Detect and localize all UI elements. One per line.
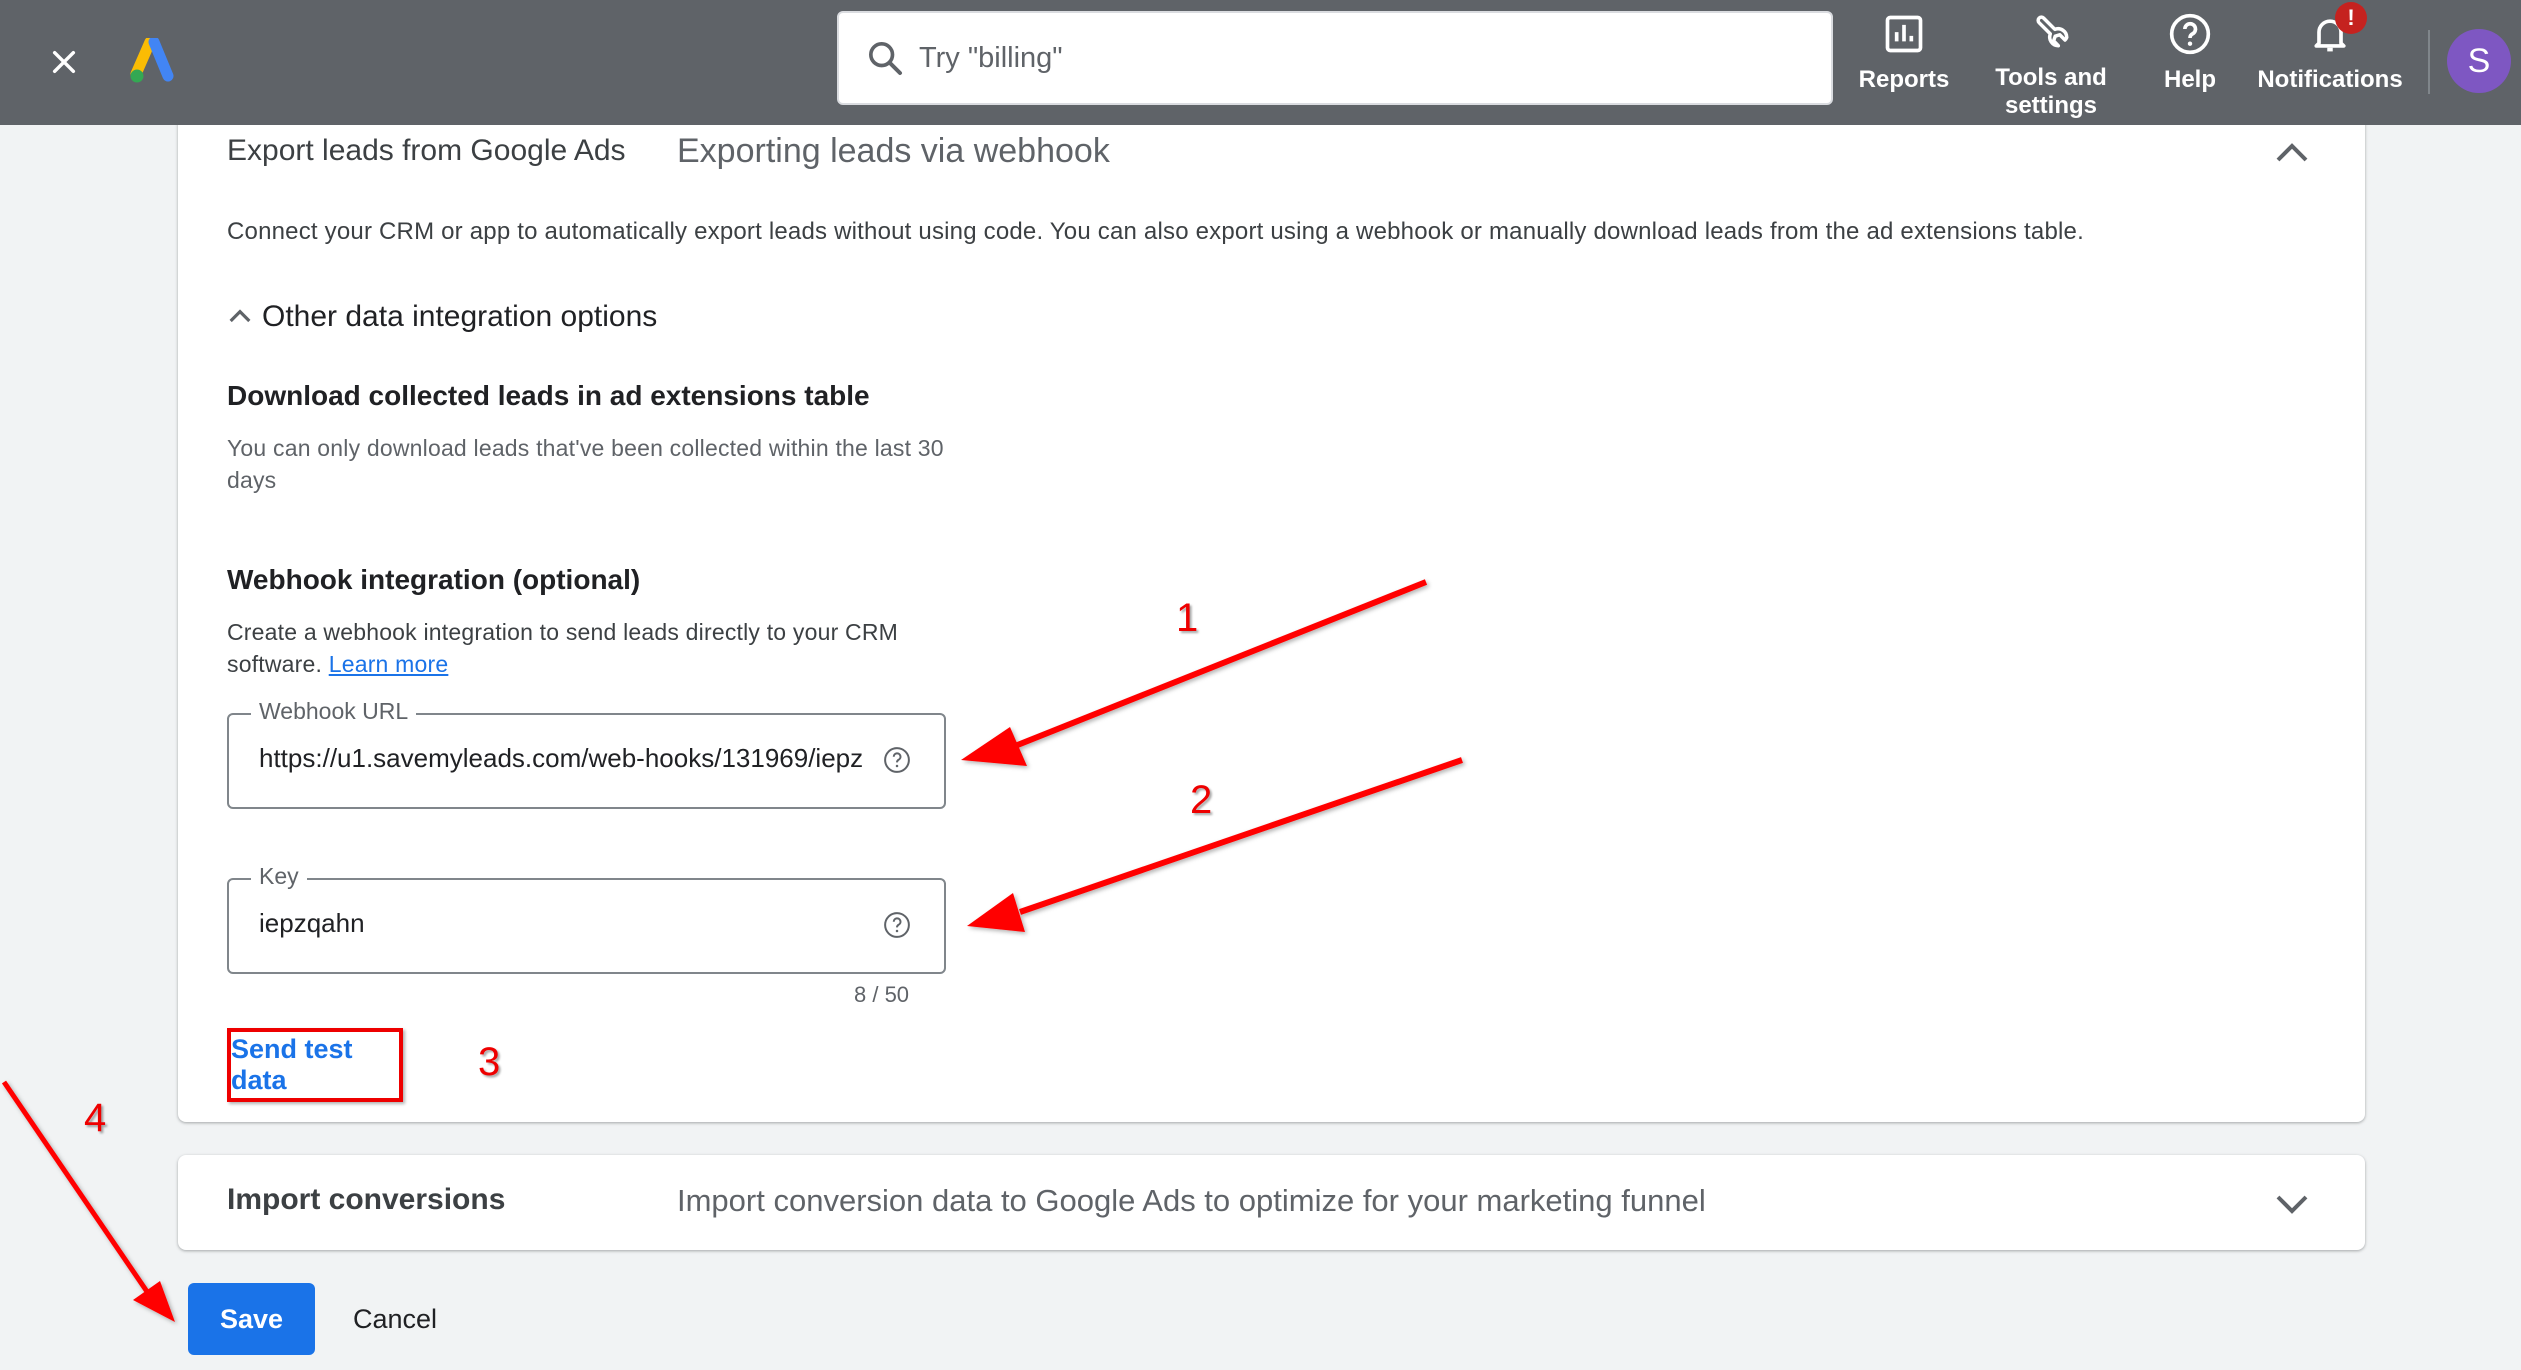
annotation-step-1: 1 [1176,596,1199,640]
notifications-label: Notifications [2257,66,2403,93]
other-options-label: Other data integration options [262,300,658,333]
learn-more-link[interactable]: Learn more [329,651,449,677]
tools-label: Tools and settings [1995,64,2107,119]
reports-label: Reports [1858,66,1950,93]
import-conversions-panel[interactable]: Import conversions Import conversion dat… [178,1155,2365,1250]
panel-subtitle: Import conversion data to Google Ads to … [677,1183,1706,1218]
chevron-up-icon [229,309,251,323]
tools-and-settings-button[interactable]: Tools and settings [1990,8,2112,120]
search-icon [869,42,902,75]
webhook-url-label: Webhook URL [251,698,417,725]
download-section-description: You can only download leads that've been… [227,435,944,493]
help-label: Help [2163,66,2216,93]
help-icon [2169,13,2211,55]
export-leads-panel: Export leads from Google Ads Exporting l… [178,100,2365,1122]
wrench-icon [2036,15,2069,48]
notifications-button[interactable]: ! Notifications [2250,2,2410,120]
search-box[interactable] [837,11,1833,105]
search-input[interactable] [919,41,1799,75]
webhook-section-title: Webhook integration (optional) [227,564,641,595]
panel-title: Export leads from Google Ads [227,134,626,167]
webhook-url-field[interactable]: Webhook URL [227,698,946,809]
help-button[interactable]: Help [2155,8,2225,120]
close-icon [52,50,76,74]
help-icon[interactable] [882,910,912,940]
google-ads-logo[interactable] [128,38,178,86]
other-options-toggle[interactable]: Other data integration options [224,300,657,334]
panel-title: Import conversions [227,1183,506,1216]
account-avatar[interactable]: S [2447,29,2511,93]
cancel-button[interactable]: Cancel [340,1283,450,1355]
panel-subtitle: Exporting leads via webhook [677,132,1110,170]
chevron-down-icon[interactable] [2268,1179,2316,1227]
download-section-title: Download collected leads in ad extension… [227,380,870,411]
top-app-bar: Reports Tools and settings Help ! Notifi… [0,0,2521,125]
panel-description: Connect your CRM or app to automatically… [227,218,2084,245]
webhook-desc-text: Create a webhook integration to send lea… [227,619,898,677]
webhook-section-description: Create a webhook integration to send lea… [227,616,987,680]
chevron-up-icon[interactable] [2268,130,2316,178]
annotation-step-3: 3 [478,1040,501,1084]
notification-badge: ! [2335,2,2367,34]
annotation-step-4: 4 [84,1096,107,1140]
key-label: Key [251,863,307,890]
help-icon[interactable] [882,745,912,775]
key-character-counter: 8 / 50 [854,982,910,1007]
close-button[interactable] [40,38,88,86]
send-test-data-button[interactable]: Send test data [227,1028,403,1102]
key-input[interactable] [259,908,879,939]
reports-button[interactable]: Reports [1856,8,1952,120]
header-divider [2428,30,2430,94]
save-button[interactable]: Save [188,1283,315,1355]
reports-icon [1885,15,1923,53]
annotation-step-2: 2 [1190,778,1213,822]
key-field[interactable]: Key [227,863,946,974]
webhook-url-input[interactable] [259,743,879,774]
